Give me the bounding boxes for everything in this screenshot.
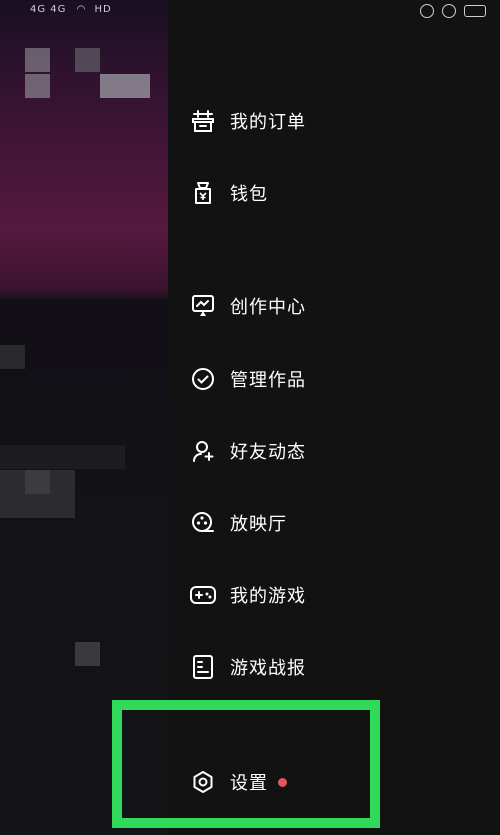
manage-works-icon [190, 366, 216, 392]
blurred-block [25, 470, 50, 494]
menu-item-label: 好友动态 [230, 442, 306, 463]
menu-item-label: 钱包 [230, 184, 268, 205]
menu-item-label: 我的订单 [230, 112, 306, 133]
menu-item-label: 设置 [230, 773, 268, 794]
blurred-block [25, 74, 50, 98]
signal-indicator: 4G 4G ◠ HD [30, 4, 112, 15]
menu-item-manage-works[interactable]: 管理作品 [190, 359, 306, 399]
menu-item-friend-activity[interactable]: 好友动态 [190, 431, 306, 471]
blurred-block [25, 48, 50, 72]
creator-center-icon [190, 293, 216, 319]
menu-item-creator-center[interactable]: 创作中心 [190, 286, 306, 326]
menu-item-game-report[interactable]: 游戏战报 [190, 647, 306, 687]
menu-item-wallet[interactable]: 钱包 [190, 173, 268, 213]
menu-item-label: 放映厅 [230, 514, 287, 535]
battery-icon [464, 5, 486, 17]
menu-item-my-games[interactable]: 我的游戏 [190, 575, 306, 615]
cinema-icon [190, 510, 216, 536]
game-report-icon [190, 654, 216, 680]
menu-item-label: 创作中心 [230, 297, 306, 318]
friend-activity-icon [190, 438, 216, 464]
menu-item-settings[interactable]: 设置 [190, 762, 287, 802]
gamepad-icon [190, 582, 216, 608]
wifi-icon: ◠ [76, 4, 87, 15]
wallet-icon [190, 180, 216, 206]
side-drawer: 我的订单 钱包 创作中心 管理作品 好友动态 放映厅 我的游戏 游戏战报 设置 [168, 0, 500, 835]
blurred-block [75, 48, 100, 72]
bell-off-icon [420, 4, 434, 18]
settings-icon [190, 769, 216, 795]
menu-item-label: 管理作品 [230, 370, 306, 391]
menu-item-label: 我的游戏 [230, 586, 306, 607]
network-text: 4G 4G [30, 4, 67, 15]
hd-label: HD [94, 4, 112, 15]
notification-badge [278, 777, 287, 787]
lock-rotation-icon [442, 4, 456, 18]
menu-item-label: 游戏战报 [230, 658, 306, 679]
blurred-block [0, 445, 125, 469]
blurred-block [75, 642, 100, 666]
status-bar: 4G 4G ◠ HD [0, 0, 500, 28]
order-icon [190, 108, 216, 134]
menu-item-my-orders[interactable]: 我的订单 [190, 101, 306, 141]
background-content [0, 0, 170, 835]
menu-item-cinema[interactable]: 放映厅 [190, 503, 287, 543]
blurred-block [100, 74, 150, 98]
blurred-block [0, 345, 25, 369]
